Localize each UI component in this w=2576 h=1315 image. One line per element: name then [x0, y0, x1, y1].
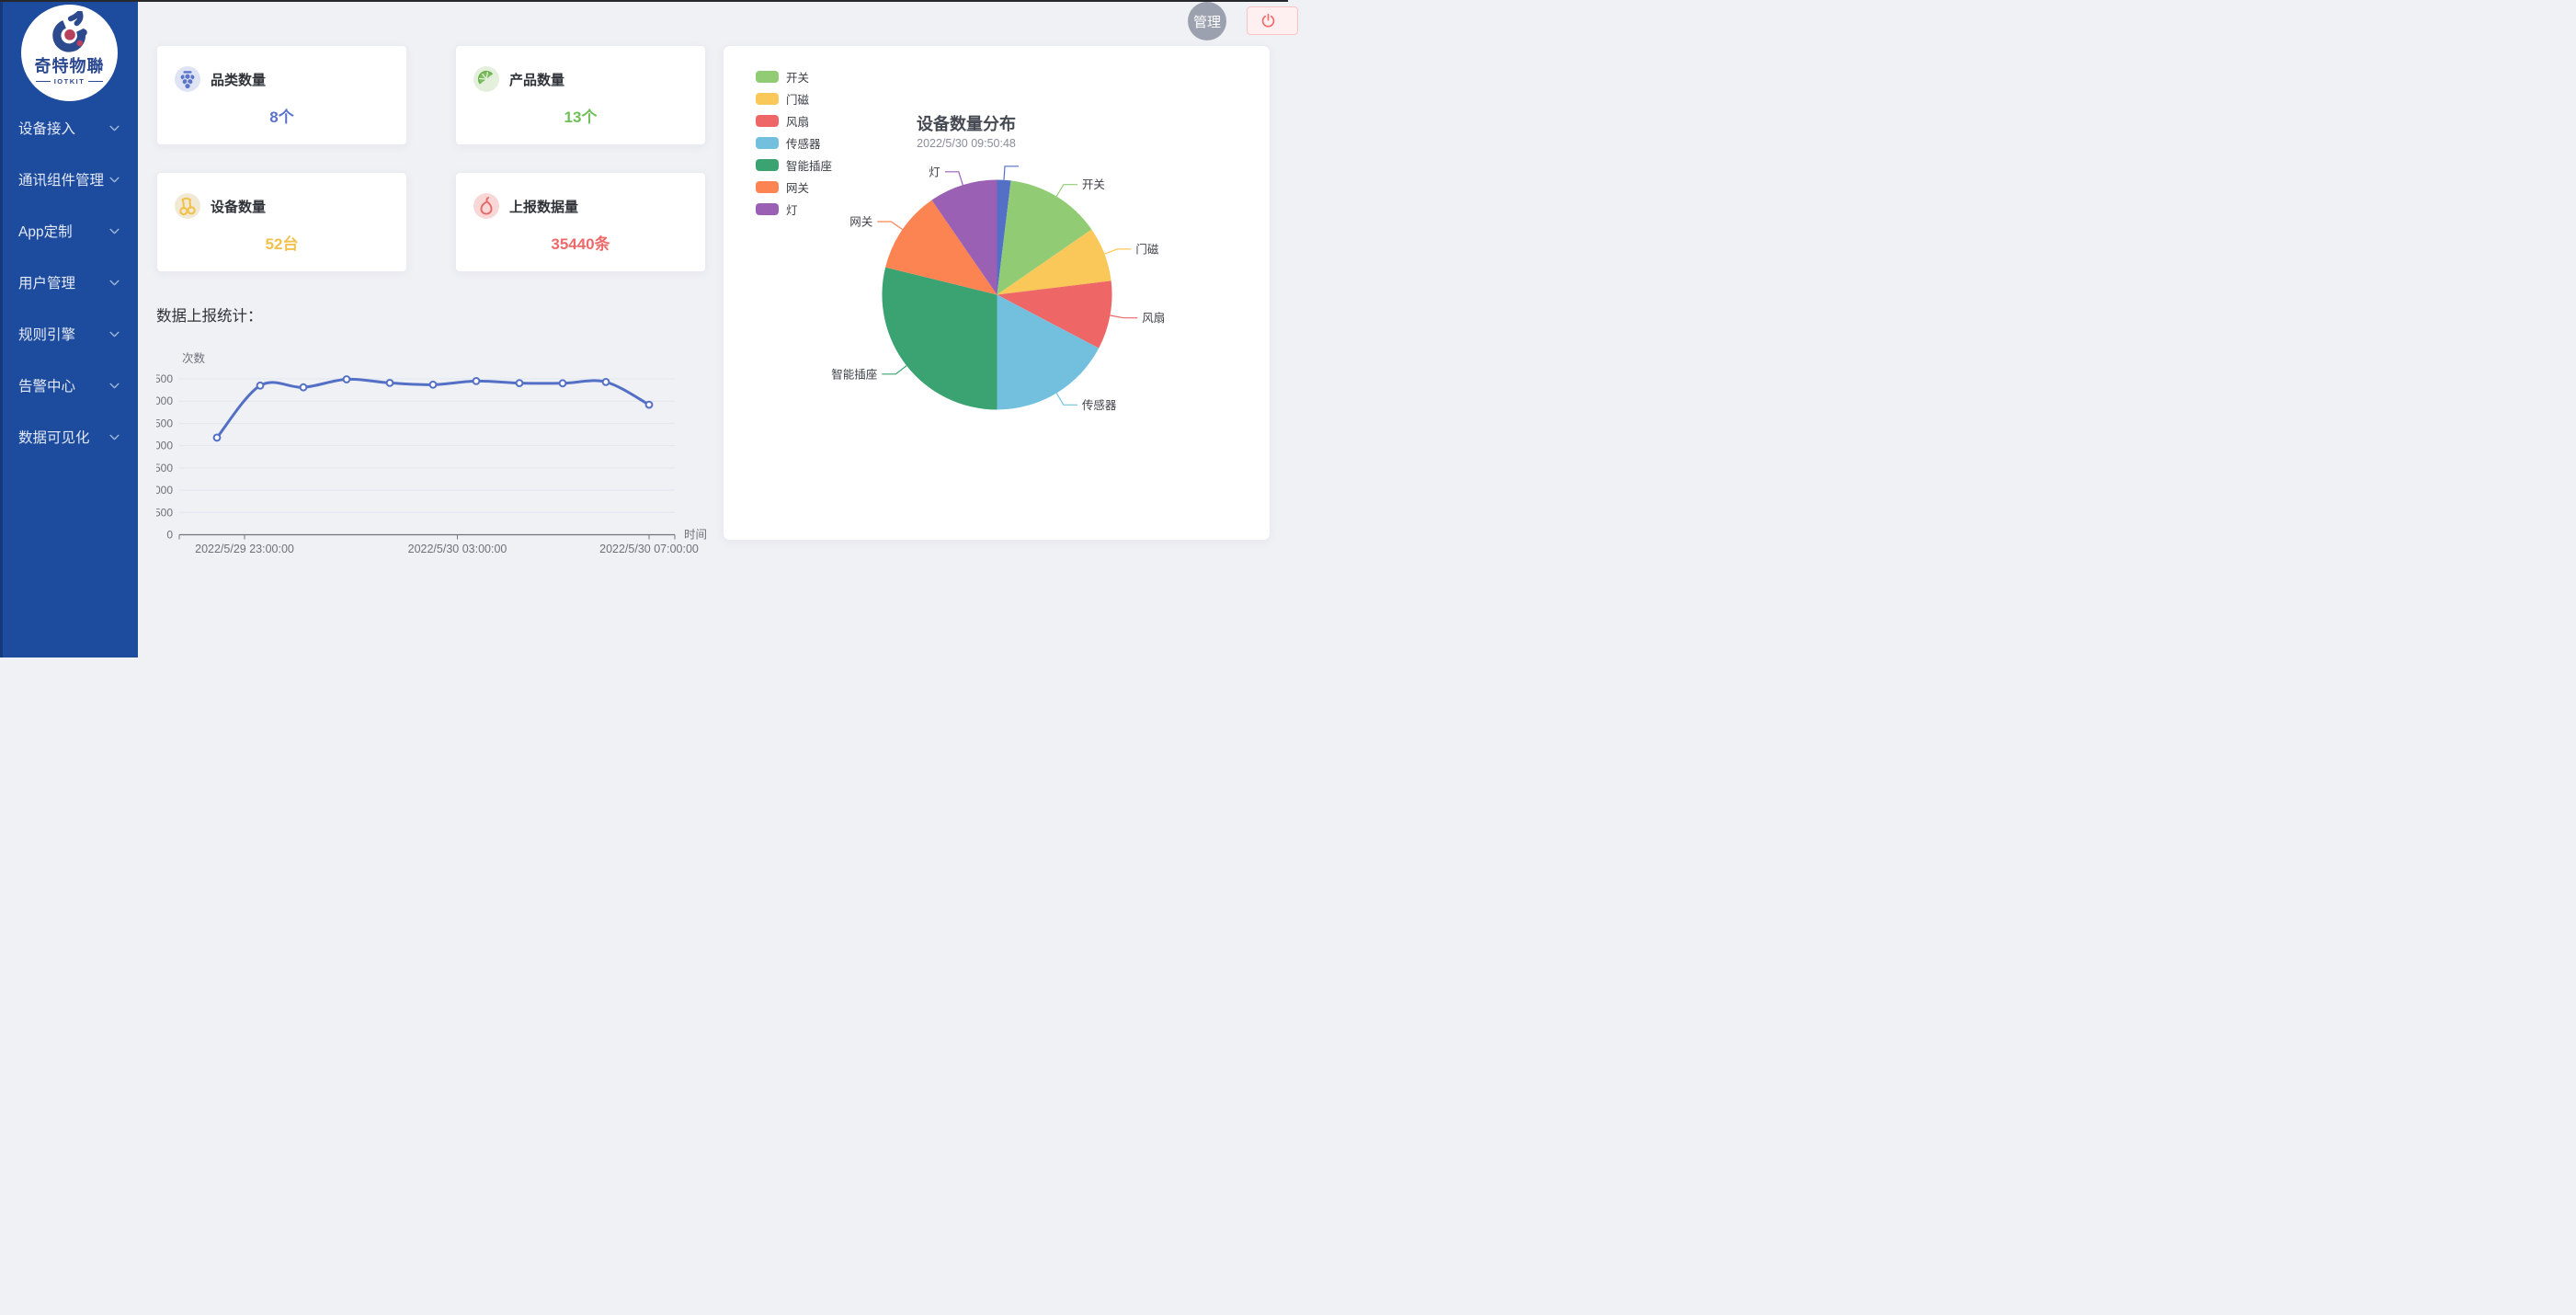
pie-label-line — [877, 222, 902, 230]
stat-value: 13个 — [456, 104, 705, 127]
pie-slice-label: 门磁 — [1135, 242, 1159, 256]
sidebar-item-0[interactable]: 设备接入 — [0, 102, 138, 154]
sidebar-item-label: 用户管理 — [18, 272, 75, 292]
stat-title: 上报数据量 — [509, 197, 578, 216]
x-axis-tick-label: 2022/5/30 03:00:00 — [408, 543, 507, 555]
chevron-down-icon — [109, 280, 120, 286]
stat-title: 设备数量 — [211, 197, 266, 216]
line-data-point — [214, 435, 221, 441]
y-axis-tick-label: 0 — [166, 529, 173, 542]
chevron-down-icon — [109, 125, 120, 132]
stat-value: 35440条 — [456, 231, 705, 254]
reports-section-title: 数据上报统计： — [156, 303, 263, 326]
power-icon — [1260, 13, 1276, 29]
chevron-down-icon — [109, 434, 120, 440]
chevron-down-icon — [109, 177, 120, 183]
stat-card-reported-data: 上报数据量 35440条 — [455, 172, 706, 272]
stat-card-devices: 设备数量 52台 — [156, 172, 407, 272]
sidebar-item-1[interactable]: 通讯组件管理 — [0, 154, 138, 205]
y-axis-tick-label: 2,000 — [156, 440, 173, 452]
sidebar-item-3[interactable]: 用户管理 — [0, 257, 138, 308]
logo-subtitle: IOTKIT — [36, 77, 104, 86]
sidebar-item-6[interactable]: 数据可见化 — [0, 411, 138, 463]
sidebar-item-label: 规则引擎 — [18, 324, 75, 344]
device-distribution-card: 设备数量分布 2022/5/30 09:50:48 开关门磁风扇传感器智能插座网… — [723, 45, 1271, 541]
stat-card-products: 产品数量 13个 — [455, 45, 706, 145]
chevron-down-icon — [109, 383, 120, 389]
line-data-point — [517, 380, 523, 386]
stat-value: 8个 — [157, 104, 406, 127]
pie-slice-label: 智能插座 — [831, 367, 877, 381]
stat-value: 52台 — [157, 231, 406, 254]
user-avatar[interactable]: 管理 — [1188, 2, 1226, 40]
x-axis-tick-label: 2022/5/30 07:00:00 — [599, 543, 699, 555]
device-distribution-pie: 开关门磁风扇传感器 智能插座 网关 灯 — [724, 46, 1271, 542]
y-axis-tick-label: 3,500 — [156, 372, 173, 385]
stat-title: 品类数量 — [211, 70, 266, 89]
sidebar-item-label: 通讯组件管理 — [18, 169, 104, 189]
line-data-point — [301, 384, 307, 391]
cherry-icon — [175, 193, 200, 219]
pie-label-line — [882, 366, 906, 374]
iotkit-rabbit-logo-icon — [47, 11, 93, 57]
logo-subtitle-text: IOTKIT — [54, 77, 85, 86]
sidebar-item-label: 设备接入 — [18, 118, 75, 138]
pie-slice-label: 风扇 — [1142, 311, 1165, 325]
sidebar-item-2[interactable]: App定制 — [0, 205, 138, 257]
chevron-down-icon — [109, 331, 120, 337]
line-data-point — [646, 402, 653, 408]
line-data-point — [257, 383, 264, 389]
sidebar: 奇特物聯 IOTKIT 设备接入通讯组件管理 App定制用户管理规则引擎告警中心数… — [0, 0, 138, 658]
pie-label-line — [1004, 166, 1019, 180]
sidebar-nav: 设备接入通讯组件管理 App定制用户管理规则引擎告警中心数据可见化 — [0, 102, 138, 463]
sidebar-item-4[interactable]: 规则引擎 — [0, 308, 138, 360]
sidebar-item-label: 告警中心 — [18, 375, 75, 395]
pie-slice-label: 网关 — [849, 216, 872, 229]
line-data-point — [560, 380, 566, 386]
logout-button[interactable] — [1247, 6, 1298, 35]
chevron-down-icon — [109, 228, 120, 234]
sidebar-item-5[interactable]: 告警中心 — [0, 360, 138, 411]
y-axis-tick-label: 2,500 — [156, 417, 173, 429]
stat-card-categories: 品类数量 8个 — [156, 45, 407, 145]
x-axis-name: 时间 — [684, 529, 707, 542]
pie-label-line — [1056, 394, 1077, 406]
line-data-point — [344, 376, 350, 383]
logo: 奇特物聯 IOTKIT — [21, 5, 118, 101]
top-border-strip — [0, 0, 1288, 2]
logo-brand-text: 奇特物聯 — [35, 58, 105, 74]
report-line-chart: 0 500 1,000 1,500 2,000 2,500 3,000 3,500 次数 2022… — [156, 338, 745, 568]
line-data-point — [387, 380, 393, 386]
sidebar-item-label: 数据可见化 — [18, 427, 90, 447]
lemon-icon — [473, 66, 499, 92]
pie-label-line — [1104, 249, 1131, 254]
line-data-point — [473, 378, 480, 384]
pie-label-line — [1111, 315, 1138, 318]
pie-slice-label: 传感器 — [1082, 398, 1117, 412]
y-axis-tick-label: 3,000 — [156, 394, 173, 407]
y-axis-tick-label: 1,500 — [156, 462, 173, 475]
avatar-label: 管理 — [1193, 12, 1221, 31]
pear-icon — [473, 193, 499, 219]
stat-title: 产品数量 — [509, 70, 564, 89]
y-axis-name: 次数 — [182, 351, 206, 365]
sidebar-item-label: App定制 — [18, 221, 73, 241]
grapes-icon — [175, 66, 200, 92]
y-axis-tick-label: 500 — [156, 506, 173, 519]
pie-slice-label: 开关 — [1082, 178, 1105, 191]
x-axis-tick-label: 2022/5/29 23:00:00 — [195, 543, 294, 555]
pie-label-line — [945, 172, 963, 185]
line-data-point — [603, 379, 610, 385]
y-axis-tick-label: 1,000 — [156, 484, 173, 497]
pie-slice-label: 灯 — [929, 166, 940, 178]
pie-label-line — [1056, 185, 1077, 197]
line-data-point — [430, 382, 437, 388]
